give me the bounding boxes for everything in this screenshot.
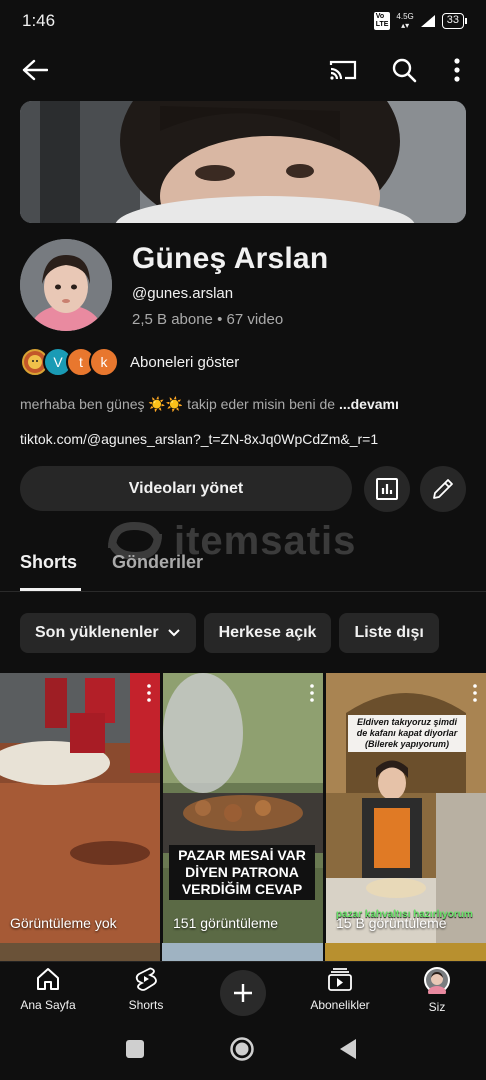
manage-videos-button[interactable]: Videoları yönet: [20, 466, 352, 511]
analytics-button[interactable]: [364, 466, 410, 512]
description-more-link[interactable]: ...devamı: [339, 396, 399, 412]
tab-shorts[interactable]: Shorts: [20, 552, 77, 573]
system-navigation-bar: [0, 1021, 486, 1080]
channel-avatar[interactable]: [20, 239, 112, 331]
volte-icon: Vo LTE: [373, 12, 391, 30]
avatar-image: [20, 239, 112, 331]
nav-subscriptions[interactable]: Abonelikler: [295, 966, 385, 1012]
back-system-icon[interactable]: [338, 1038, 358, 1060]
shorts-grid-row-2: [0, 943, 486, 961]
search-icon: [392, 58, 417, 83]
short-tile-partial[interactable]: [325, 943, 486, 961]
channel-name: Güneş Arslan: [132, 242, 329, 275]
filter-chips: Son yüklenenler Herkese açık Liste dışı: [20, 613, 439, 653]
channel-tabs: Shorts Gönderiler: [0, 544, 486, 592]
sort-chip[interactable]: Son yüklenenler: [20, 613, 196, 653]
shorts-icon: [135, 967, 157, 991]
channel-handle: @gunes.arslan: [132, 285, 234, 302]
short-tile[interactable]: PAZAR MESAİ VAR DİYEN PATRONA VERDİĞİM C…: [163, 673, 323, 943]
public-chip[interactable]: Herkese açık: [203, 613, 332, 653]
nav-shorts-label: Shorts: [128, 998, 164, 1012]
status-icons: Vo LTE 4.5G ▴▾ 33: [373, 12, 468, 30]
short-tile[interactable]: Görüntüleme yok: [0, 673, 160, 943]
short-views: 15 B görüntüleme: [336, 915, 447, 931]
tab-posts[interactable]: Gönderiler: [112, 552, 203, 573]
create-button[interactable]: [220, 970, 266, 1016]
top-app-bar: [0, 48, 486, 96]
you-avatar-icon: [424, 967, 450, 994]
banner-image: [20, 101, 466, 223]
short-tile[interactable]: Eldiven takıyoruz şimdi de kafanı kapat …: [326, 673, 486, 943]
channel-stats: 2,5 B abone • 67 video: [132, 311, 284, 328]
shorts-grid: Görüntüleme yok PAZAR MESAİ VAR DİYEN PA…: [0, 673, 486, 943]
edit-channel-button[interactable]: [420, 466, 466, 512]
description-text: merhaba ben güneş ☀️☀️ takip eder misin …: [20, 396, 339, 412]
channel-link[interactable]: tiktok.com/@agunes_arslan?_t=ZN-8xJq0WpC…: [20, 431, 378, 447]
more-vertical-icon[interactable]: [144, 683, 154, 703]
bottom-navigation: Ana Sayfa Shorts Abonelikler Siz: [0, 961, 486, 1021]
back-button[interactable]: [15, 50, 55, 90]
short-thumbnail: [0, 673, 160, 943]
cast-icon: [329, 60, 357, 80]
plus-icon: [234, 984, 252, 1002]
short-thumbnail: [326, 673, 486, 943]
active-tab-indicator: [20, 588, 81, 591]
channel-description[interactable]: merhaba ben güneş ☀️☀️ takip eder misin …: [20, 396, 399, 413]
more-vertical-icon[interactable]: [307, 683, 317, 703]
more-vertical-icon: [454, 58, 460, 82]
chevron-down-icon: [167, 629, 180, 637]
channel-banner: [20, 101, 466, 223]
nav-home-label: Ana Sayfa: [20, 998, 76, 1012]
nav-you[interactable]: Siz: [392, 966, 482, 1014]
short-thumbnail: [163, 673, 323, 943]
unlisted-chip[interactable]: Liste dışı: [339, 613, 439, 653]
nav-subscriptions-label: Abonelikler: [310, 998, 370, 1012]
home-icon: [37, 968, 59, 990]
analytics-icon: [376, 478, 398, 500]
recents-icon[interactable]: [125, 1039, 145, 1059]
short-caption: PAZAR MESAİ VAR DİYEN PATRONA VERDİĞİM C…: [169, 845, 315, 900]
network-indicator: 4.5G ▴▾: [396, 12, 414, 30]
battery-icon: 33: [441, 13, 468, 29]
short-tile-partial[interactable]: [0, 943, 160, 961]
short-tile-partial[interactable]: [162, 943, 323, 961]
subscriber-avatar: k: [89, 347, 119, 377]
cast-button[interactable]: [323, 50, 363, 90]
status-time: 1:46: [22, 11, 56, 30]
sort-chip-label: Son yüklenenler: [35, 624, 159, 641]
signal-icon: [420, 15, 435, 27]
more-options-button[interactable]: [437, 50, 477, 90]
nav-shorts[interactable]: Shorts: [101, 966, 191, 1012]
short-views: 151 görüntüleme: [173, 915, 279, 931]
nav-home[interactable]: Ana Sayfa: [3, 966, 93, 1012]
short-caption: Eldiven takıyoruz şimdi de kafanı kapat …: [348, 715, 466, 752]
short-views: Görüntüleme yok: [10, 915, 117, 931]
show-subscribers-row[interactable]: V t k Aboneleri göster: [20, 346, 239, 378]
back-arrow-icon: [22, 59, 48, 81]
nav-you-label: Siz: [428, 1000, 446, 1014]
show-subscribers-label: Aboneleri göster: [130, 353, 240, 371]
more-vertical-icon[interactable]: [470, 683, 480, 703]
pencil-icon: [433, 479, 453, 499]
search-button[interactable]: [384, 50, 424, 90]
subscriptions-icon: [328, 968, 352, 991]
status-bar: 1:46 Vo LTE 4.5G ▴▾ 33: [0, 0, 486, 42]
home-system-icon[interactable]: [229, 1036, 255, 1062]
